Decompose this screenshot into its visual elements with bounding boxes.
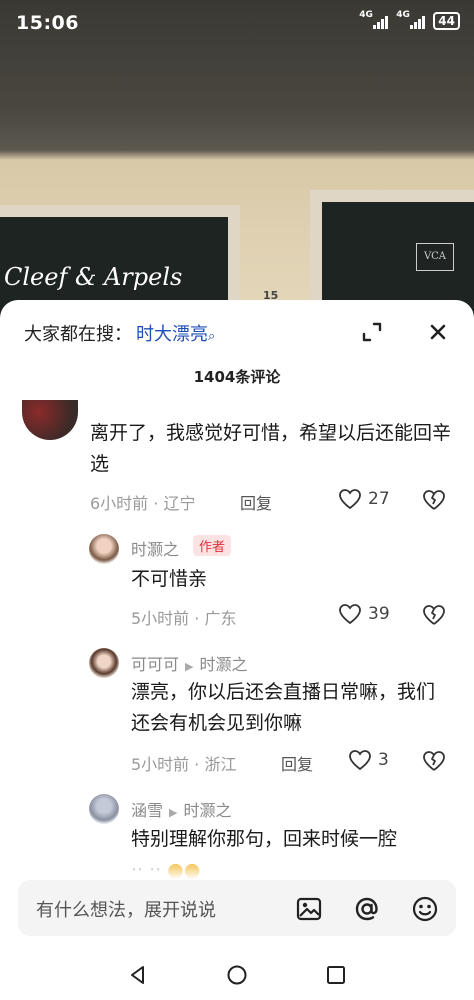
like-count: 3 — [378, 750, 389, 770]
mention-icon[interactable] — [352, 894, 382, 924]
heart-icon — [339, 604, 361, 625]
reply-arrow-icon: ▶ — [185, 660, 194, 673]
comment-count: 1404条评论 — [193, 368, 281, 386]
comment-text: 不可惜亲 — [131, 568, 208, 590]
broken-heart-icon[interactable] — [422, 750, 446, 772]
trending-search[interactable]: 大家都在搜： 时大漂亮⌕ — [24, 320, 215, 346]
background-photo: Cleef & Arpels VCA 15 — [0, 0, 474, 330]
brand-sign: Cleef & Arpels — [4, 263, 183, 291]
comment-text: 离开了，我感觉好可惜，希望以后还能回辛选 — [90, 422, 452, 475]
system-navigation-bar — [0, 948, 474, 1000]
avatar[interactable] — [89, 648, 119, 678]
reply-button[interactable]: 回复 — [281, 751, 313, 775]
status-bar: 15:06 4G 4G 44 — [0, 0, 474, 48]
broken-heart-icon[interactable] — [422, 604, 446, 626]
comment-text-content: 特别理解你那句，回来时候一腔 — [131, 828, 398, 850]
user-name[interactable]: 可可可 — [131, 655, 179, 674]
like-count: 39 — [368, 604, 390, 624]
home-icon[interactable] — [226, 964, 248, 986]
avatar[interactable] — [89, 534, 119, 564]
recents-icon[interactable] — [325, 964, 347, 986]
avatar[interactable] — [22, 400, 78, 440]
heart-icon — [339, 489, 361, 510]
user-name[interactable]: 涵雪 — [131, 801, 163, 820]
user-name[interactable]: 时灏之 — [131, 536, 179, 560]
expand-icon[interactable] — [360, 320, 384, 344]
heart-icon — [349, 750, 371, 771]
like-count: 27 — [368, 489, 390, 509]
close-icon[interactable] — [426, 320, 450, 344]
signal-icon: 4G — [396, 10, 426, 29]
battery-icon: 44 — [433, 12, 460, 30]
reply-user-line: 涵雪 ▶ 时灏之 — [131, 797, 232, 821]
like-button[interactable]: 27 — [338, 488, 390, 510]
comment-time-location: 5小时前 · 浙江 — [131, 755, 237, 774]
emoji-icon[interactable] — [410, 894, 440, 924]
like-button[interactable]: 3 — [348, 749, 389, 771]
reply-to-name[interactable]: 时灏之 — [183, 801, 231, 820]
network-type-label: 4G — [396, 10, 410, 20]
comment-time-location: 5小时前 · 广东 — [131, 609, 237, 628]
comment-time-location: 6小时前 · 辽宁 — [90, 494, 196, 513]
status-time: 15:06 — [16, 12, 79, 34]
author-badge: 作者 — [193, 535, 232, 556]
scroll-fade — [0, 860, 474, 880]
like-button[interactable]: 39 — [338, 603, 390, 625]
vca-logo: VCA — [416, 243, 454, 271]
comment-text: 漂亮，你以后还会直播日常嘛，我们还会有机会见到你嘛 — [131, 681, 436, 734]
comment-input-placeholder: 有什么想法，展开说说 — [36, 900, 216, 921]
trending-search-keyword[interactable]: 时大漂亮 — [136, 324, 208, 345]
avatar[interactable] — [89, 794, 119, 824]
signal-icon: 4G — [359, 10, 389, 29]
network-type-label: 4G — [359, 10, 373, 20]
reply-button[interactable]: 回复 — [240, 490, 272, 514]
back-icon[interactable] — [127, 964, 149, 986]
image-icon[interactable] — [294, 894, 324, 924]
status-indicators: 4G 4G 44 — [359, 10, 460, 30]
search-icon: ⌕ — [208, 329, 216, 344]
comment-input[interactable]: 有什么想法，展开说说 — [18, 880, 456, 936]
trending-search-label: 大家都在搜： — [24, 324, 132, 345]
broken-heart-icon[interactable] — [422, 489, 446, 511]
reply-user-line: 可可可 ▶ 时灏之 — [131, 651, 248, 675]
reply-arrow-icon: ▶ — [169, 806, 178, 819]
reply-to-name[interactable]: 时灏之 — [199, 655, 247, 674]
